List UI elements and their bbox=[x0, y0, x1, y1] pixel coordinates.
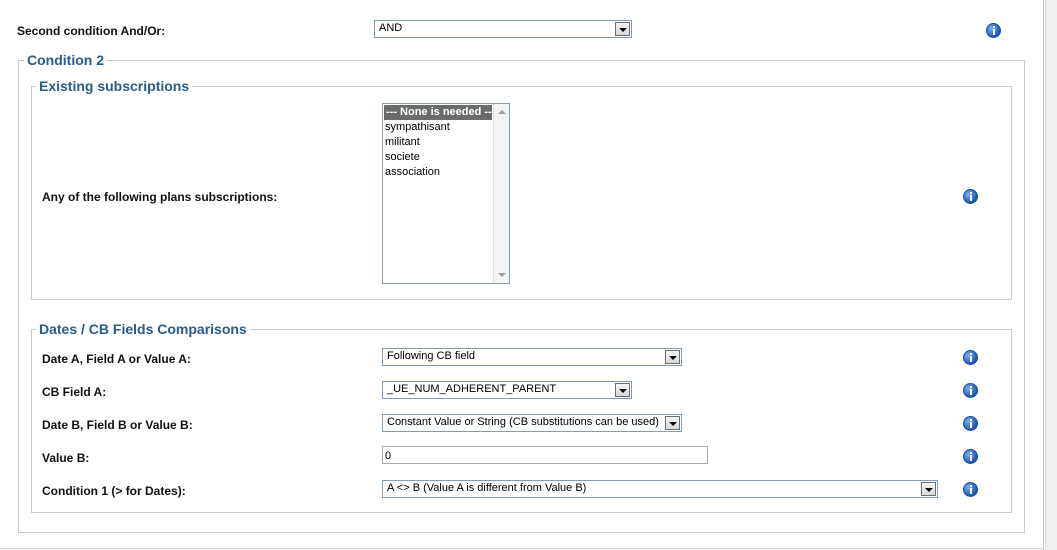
dates-comparisons-legend: Dates / CB Fields Comparisons bbox=[36, 321, 250, 337]
cb-field-a-value: _UE_NUM_ADHERENT_PARENT bbox=[387, 383, 557, 395]
chevron-up-icon[interactable] bbox=[498, 110, 506, 114]
page-bottom-divider bbox=[0, 548, 1044, 549]
condition-1-value: A <> B (Value A is different from Value … bbox=[387, 482, 587, 494]
info-icon[interactable] bbox=[963, 189, 978, 204]
info-icon[interactable] bbox=[986, 23, 1001, 38]
info-icon[interactable] bbox=[963, 416, 978, 431]
date-b-select[interactable]: Constant Value or String (CB substitutio… bbox=[382, 414, 682, 432]
info-icon[interactable] bbox=[963, 482, 978, 497]
date-a-select[interactable]: Following CB field bbox=[382, 348, 682, 366]
info-icon[interactable] bbox=[963, 383, 978, 398]
info-icon[interactable] bbox=[963, 449, 978, 464]
plans-listbox[interactable]: --- None is needed --- sympathisant mili… bbox=[382, 103, 510, 284]
listbox-option[interactable]: association bbox=[383, 165, 509, 180]
value-b-input[interactable] bbox=[382, 446, 708, 464]
listbox-option[interactable]: --- None is needed --- bbox=[384, 105, 495, 120]
listbox-option[interactable]: sympathisant bbox=[383, 120, 509, 135]
chevron-down-icon[interactable] bbox=[665, 416, 680, 430]
cb-field-a-label: CB Field A: bbox=[42, 385, 107, 399]
condition-1-label-number: 1 bbox=[101, 484, 109, 498]
chevron-down-icon[interactable] bbox=[665, 350, 680, 364]
cb-field-a-select[interactable]: _UE_NUM_ADHERENT_PARENT bbox=[382, 381, 632, 399]
plans-subscriptions-label: Any of the following plans subscriptions… bbox=[42, 190, 278, 204]
chevron-down-icon[interactable] bbox=[615, 383, 630, 397]
date-a-value: Following CB field bbox=[387, 350, 476, 362]
condition-1-label-prefix: Condition bbox=[42, 484, 102, 498]
second-condition-label: Second condition And/Or: bbox=[17, 24, 166, 38]
info-icon[interactable] bbox=[963, 350, 978, 365]
chevron-down-icon[interactable] bbox=[615, 22, 630, 36]
condition-1-label: Condition 1 (> for Dates): bbox=[42, 484, 186, 498]
date-b-label: Date B, Field B or Value B: bbox=[42, 418, 193, 432]
existing-subscriptions-legend: Existing subscriptions bbox=[36, 78, 193, 94]
listbox-option[interactable]: militant bbox=[383, 135, 509, 150]
condition-1-select[interactable]: A <> B (Value A is different from Value … bbox=[382, 480, 938, 498]
listbox-option[interactable]: societe bbox=[383, 150, 509, 165]
date-b-value: Constant Value or String (CB substitutio… bbox=[387, 416, 659, 428]
date-a-label: Date A, Field A or Value A: bbox=[42, 352, 191, 366]
listbox-scrollbar[interactable] bbox=[493, 104, 509, 283]
chevron-down-icon[interactable] bbox=[921, 482, 936, 496]
condition-1-label-suffix: (> for Dates): bbox=[108, 484, 186, 498]
value-b-label: Value B: bbox=[42, 451, 90, 465]
chevron-down-icon[interactable] bbox=[498, 273, 506, 277]
page-scrollbar[interactable] bbox=[1045, 0, 1057, 550]
second-condition-select[interactable]: AND bbox=[374, 20, 632, 38]
condition2-legend: Condition 2 bbox=[24, 52, 107, 68]
second-condition-value: AND bbox=[379, 22, 403, 34]
